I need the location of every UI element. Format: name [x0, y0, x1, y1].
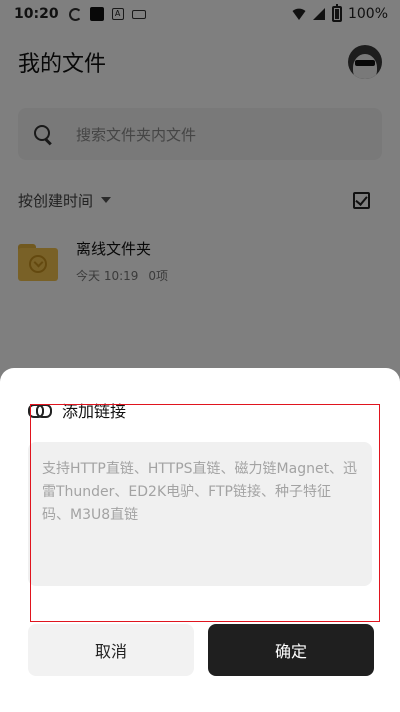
link-icon [28, 404, 52, 418]
dialog-title: 添加链接 [62, 402, 127, 421]
cancel-button[interactable]: 取消 [28, 624, 194, 676]
confirm-button[interactable]: 确定 [208, 624, 374, 676]
add-link-dialog: 添加链接 取消 确定 [0, 368, 400, 712]
dialog-header: 添加链接 [28, 398, 126, 422]
link-input[interactable] [28, 442, 372, 586]
